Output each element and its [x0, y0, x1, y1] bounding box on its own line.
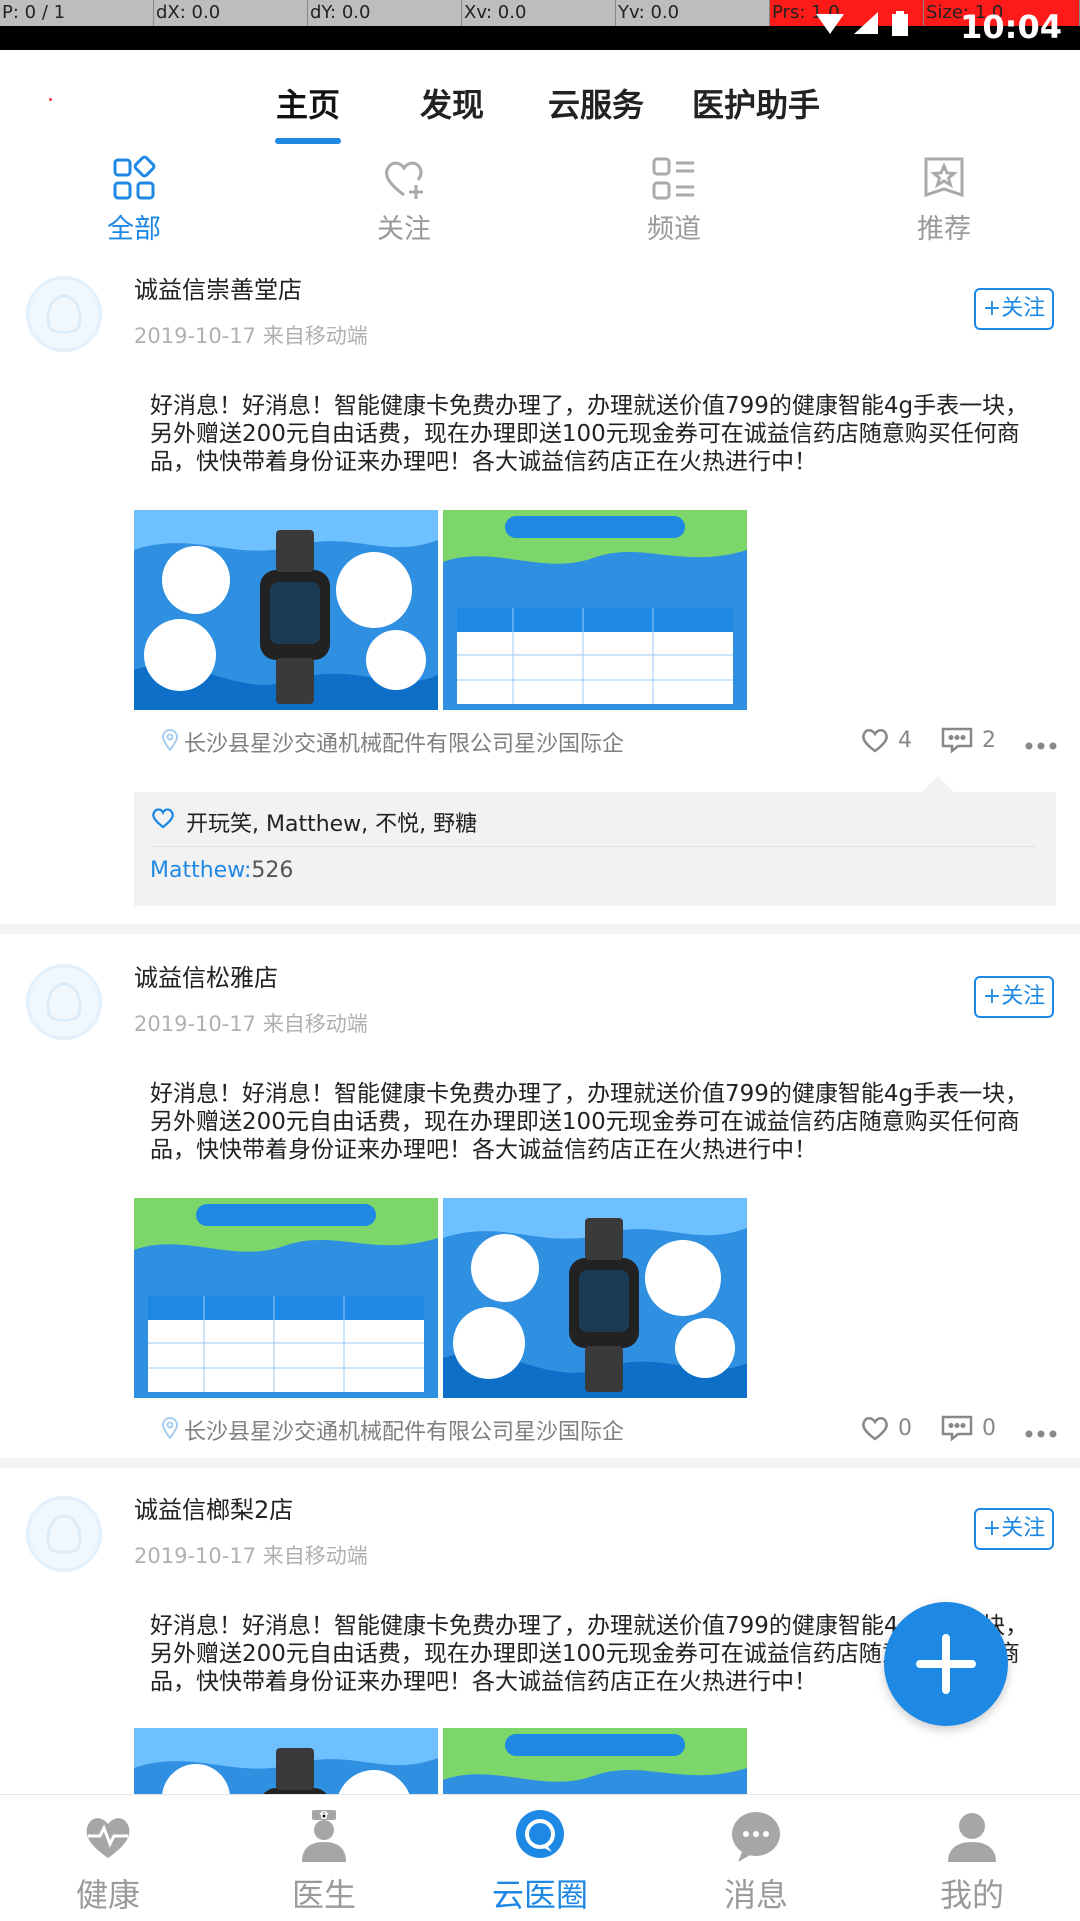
post-image-table[interactable] [443, 510, 747, 710]
avatar[interactable] [26, 964, 102, 1040]
heart-plus-icon [380, 155, 428, 203]
chat-circle-icon [512, 1808, 568, 1864]
comment-count: 2 [982, 728, 996, 753]
location-pin-icon [160, 728, 180, 752]
nav-cloud-circle[interactable]: 云医圈 [470, 1808, 610, 1916]
comment-user[interactable]: Matthew: [150, 858, 251, 883]
nav-label: 健康 [75, 1876, 140, 1914]
like-box-pointer [922, 776, 954, 792]
nav-label: 云医圈 [491, 1876, 588, 1914]
subtab-following[interactable]: 关注 [344, 155, 464, 246]
like-count: 4 [898, 728, 912, 753]
nav-label: 医生 [291, 1876, 356, 1914]
comment-line[interactable]: Matthew:526 [150, 858, 293, 883]
debug-pointer: P: 0 / 1 [0, 0, 154, 26]
nav-label: 消息 [723, 1876, 788, 1914]
tab-discover[interactable]: 发现 [420, 80, 484, 126]
subtab-label: 关注 [377, 214, 431, 245]
subtab-all[interactable]: 全部 [74, 155, 194, 246]
avatar[interactable] [26, 276, 102, 352]
clock: 10:04 [960, 8, 1062, 46]
like-names[interactable]: 开玩笑, Matthew, 不悦, 野糖 [186, 806, 477, 838]
like-icon[interactable] [860, 726, 890, 758]
plus-icon [916, 1634, 976, 1694]
notification-dot [49, 98, 52, 101]
comment-text: 526 [251, 858, 294, 883]
like-heart-icon [150, 806, 176, 830]
nav-mine[interactable]: 我的 [902, 1808, 1042, 1916]
shop-name[interactable]: 诚益信崇善堂店 [134, 270, 302, 305]
message-icon [728, 1808, 784, 1864]
star-box-icon [920, 155, 968, 203]
doctor-icon [296, 1808, 352, 1864]
tab-cloud-service[interactable]: 云服务 [548, 80, 644, 126]
follow-button[interactable]: +关注 [974, 976, 1054, 1018]
post-text: 好消息！好消息！智能健康卡免费办理了，办理就送价值799的健康智能4g手表一块，… [150, 393, 1029, 475]
debug-dx: dX: 0.0 [154, 0, 308, 26]
post-text: 好消息！好消息！智能健康卡免费办理了，办理就送价值799的健康智能4g手表一块，… [150, 1081, 1029, 1163]
post-separator [0, 1458, 1080, 1468]
comment-icon[interactable] [940, 1414, 974, 1446]
like-icon[interactable] [860, 1414, 890, 1446]
tab-medical-assistant[interactable]: 医护助手 [692, 80, 820, 126]
post-image-watch[interactable] [134, 510, 438, 710]
more-options-icon[interactable] [1024, 1424, 1058, 1443]
nav-doctor[interactable]: 医生 [254, 1808, 394, 1916]
post-location[interactable]: 长沙县星沙交通机械配件有限公司星沙国际企 [184, 1414, 624, 1446]
comment-count: 0 [982, 1416, 996, 1441]
nav-label: 我的 [939, 1876, 1004, 1914]
user-icon [944, 1808, 1000, 1864]
post-meta: 2019-10-17 来自移动端 [134, 324, 368, 348]
more-options-icon[interactable] [1024, 736, 1058, 755]
post-image-watch[interactable] [443, 1198, 747, 1398]
subtab-label: 全部 [107, 214, 161, 245]
wifi-signal-battery-icon [810, 10, 930, 45]
subtab-label: 推荐 [917, 214, 971, 245]
post-image-table[interactable] [443, 1728, 747, 1794]
shop-name[interactable]: 诚益信榔梨2店 [134, 1490, 293, 1525]
debug-dy: dY: 0.0 [308, 0, 462, 26]
location-pin-icon [160, 1416, 180, 1440]
subtab-channel[interactable]: 频道 [614, 155, 734, 246]
subtab-recommend[interactable]: 推荐 [884, 155, 1004, 246]
post-separator [0, 924, 1080, 934]
post-image-table[interactable] [134, 1198, 438, 1398]
list-icon [650, 155, 698, 203]
active-tab-indicator [275, 138, 341, 144]
debug-xv: Xv: 0.0 [462, 0, 616, 26]
like-divider [150, 846, 1036, 847]
follow-button[interactable]: +关注 [974, 1508, 1054, 1550]
shop-name[interactable]: 诚益信松雅店 [134, 958, 278, 993]
nav-health[interactable]: 健康 [38, 1808, 178, 1916]
add-post-button[interactable] [884, 1602, 1008, 1726]
heartbeat-icon [80, 1808, 136, 1864]
grid-icon [110, 155, 158, 203]
post-location[interactable]: 长沙县星沙交通机械配件有限公司星沙国际企 [184, 726, 624, 758]
tab-home[interactable]: 主页 [276, 80, 340, 126]
post-meta: 2019-10-17 来自移动端 [134, 1012, 368, 1036]
debug-yv: Yv: 0.0 [616, 0, 770, 26]
like-count: 0 [898, 1416, 912, 1441]
post-meta: 2019-10-17 来自移动端 [134, 1544, 368, 1568]
avatar[interactable] [26, 1496, 102, 1572]
subtab-label: 频道 [647, 214, 701, 245]
post-image-watch[interactable] [134, 1728, 438, 1794]
comment-icon[interactable] [940, 726, 974, 758]
nav-messages[interactable]: 消息 [686, 1808, 826, 1916]
follow-button[interactable]: +关注 [974, 288, 1054, 330]
